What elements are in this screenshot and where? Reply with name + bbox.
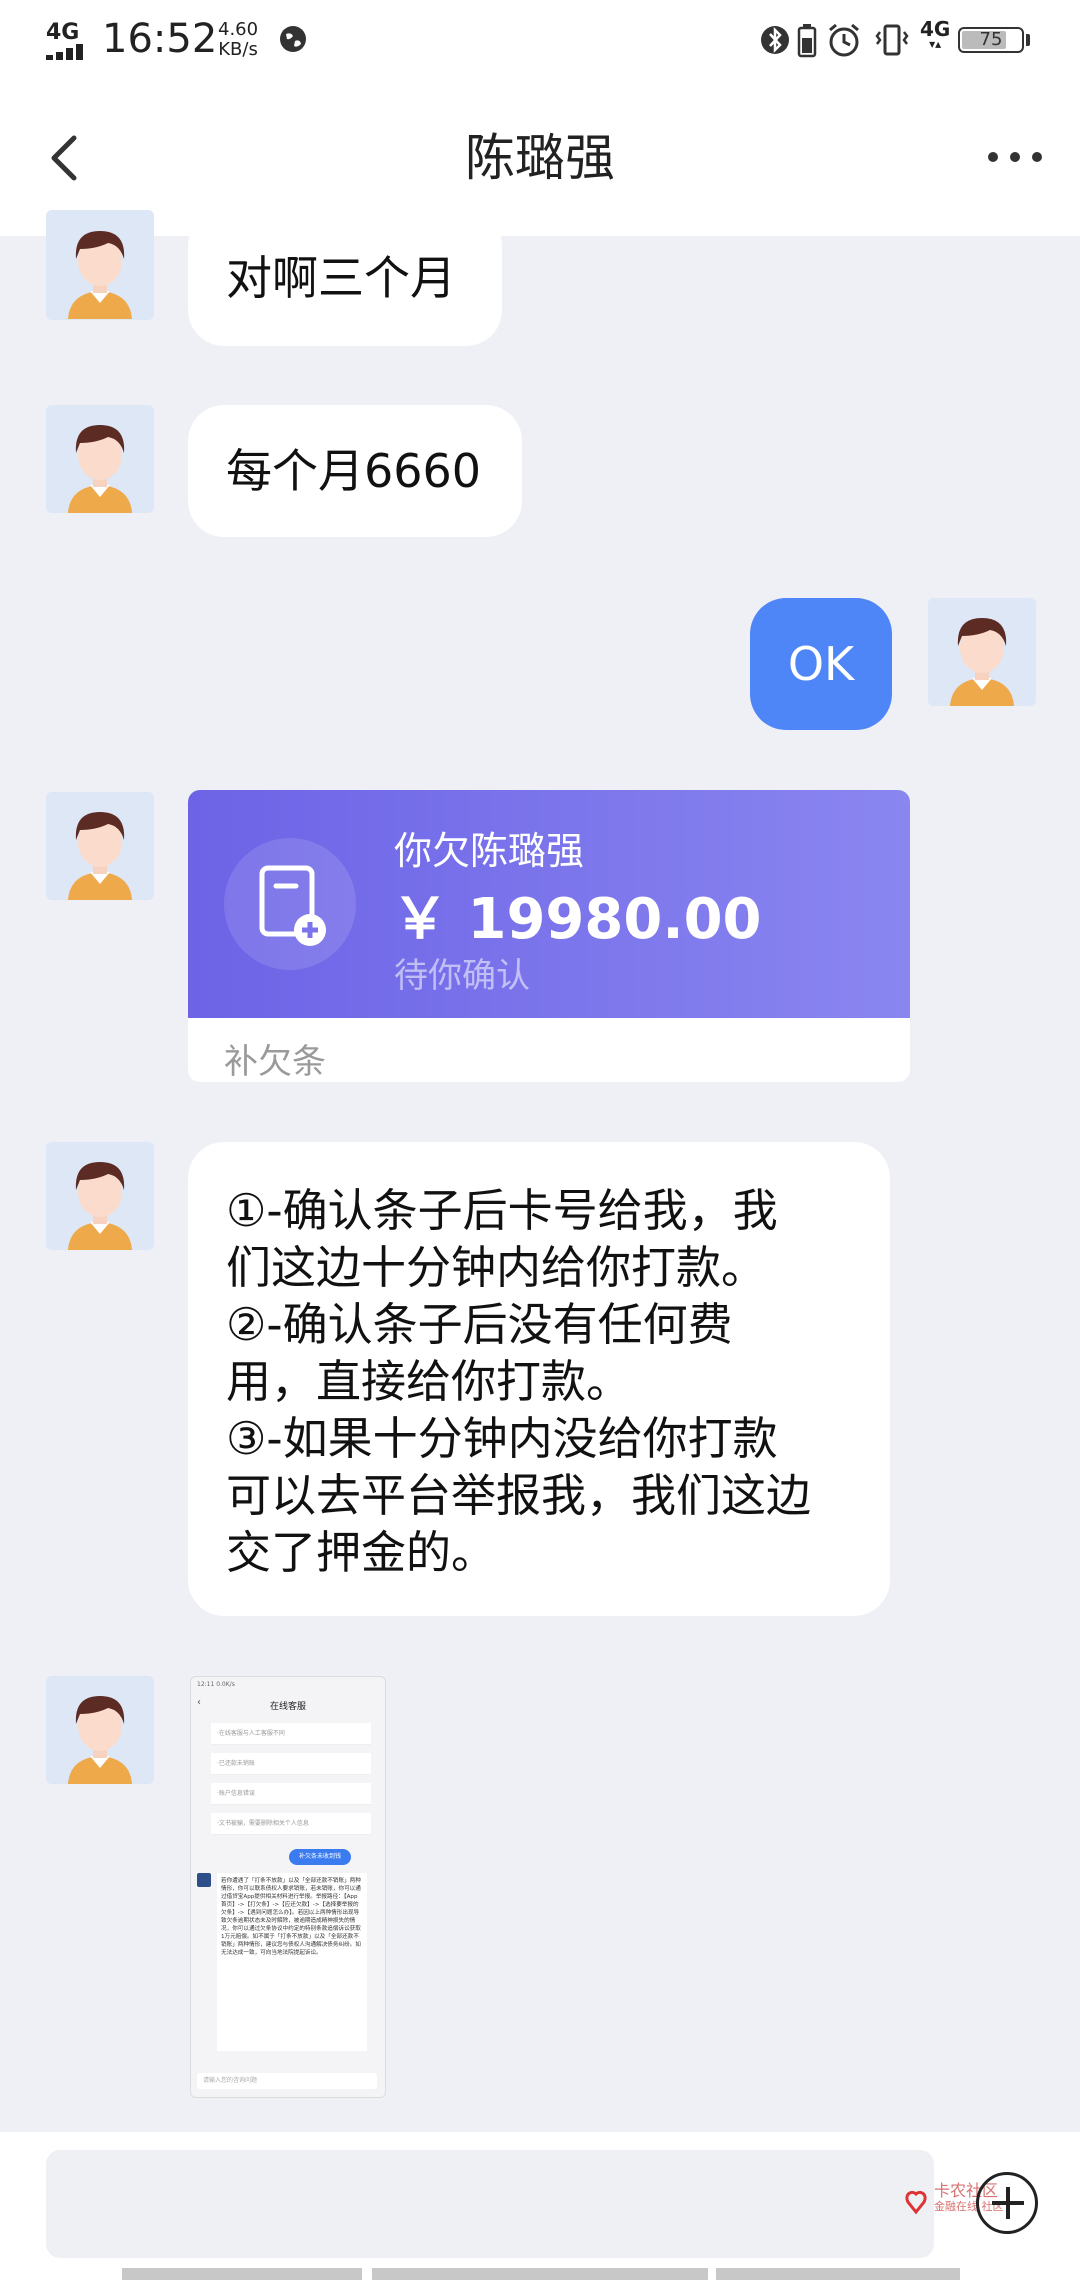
debt-note-card[interactable]: 你欠陈璐强 ￥ 19980.00 待你确认 补欠条 — [188, 790, 910, 1082]
debt-note-title: 你欠陈璐强 — [394, 829, 585, 873]
signal-icon — [46, 44, 92, 60]
message-line: 们这边十分钟内给你打款。 — [226, 1241, 767, 1294]
debt-note-amount: ￥ 19980.00 — [392, 887, 762, 952]
debt-note-header: 你欠陈璐强 ￥ 19980.00 待你确认 — [188, 790, 910, 1018]
clock: 16:52 — [102, 16, 218, 62]
message-line: 交了押金的。 — [226, 1526, 497, 1579]
nav-strip-segment — [716, 2268, 960, 2280]
add-button[interactable] — [976, 2172, 1038, 2234]
thumb-row: ·文书被骗，需要删除相关个人信息 — [211, 1813, 371, 1835]
thumb-bot-avatar — [197, 1873, 211, 1887]
image-message-thumbnail[interactable]: 12:11 0.0K/s ‹ 在线客服 ·在线客服与人工客服不同 ·已还款未销账… — [190, 1676, 386, 2098]
nav-strip-segment — [372, 2268, 708, 2280]
avatar-image — [928, 598, 1036, 706]
message-line: ①-确认条子后卡号给我，我 — [226, 1184, 778, 1237]
message-line: 用，直接给你打款。 — [226, 1355, 632, 1408]
network-speed-unit: KB/s — [218, 39, 258, 60]
contact-avatar[interactable] — [46, 1142, 154, 1250]
alarm-icon — [829, 23, 859, 57]
more-options-button[interactable] — [980, 138, 1050, 178]
battery-percent: 75 — [979, 29, 1003, 50]
battery-saver-icon — [797, 24, 817, 58]
thumb-body: 若你遭遇了「打条不放款」以及「全部还款不销账」两种情形，你可以联系债权人要求销账… — [217, 1873, 367, 2051]
avatar-image — [46, 792, 154, 900]
debt-note-icon-wrap — [224, 838, 356, 970]
status-bar: 4G 16:52 4.60 KB/s 4G ▾▴ 75 — [0, 0, 1080, 80]
debt-note-status: 待你确认 — [394, 956, 530, 996]
input-bar: 卡农社区 金融在线 社区 — [0, 2132, 1080, 2280]
message-bubble[interactable]: ①-确认条子后卡号给我，我 们这边十分钟内给你打款。 ②-确认条子后没有任何费 … — [188, 1142, 890, 1616]
network-speed: 4.60 KB/s — [218, 20, 258, 60]
globe-icon — [280, 26, 306, 52]
more-dot — [1032, 152, 1042, 162]
message-input[interactable] — [46, 2150, 934, 2258]
vibrate-icon — [875, 24, 909, 56]
thumb-row: ·账户信息错误 — [211, 1783, 371, 1805]
document-add-icon — [259, 865, 326, 946]
battery-tip — [1026, 34, 1030, 46]
network-type-label: 4G — [46, 20, 80, 45]
contact-avatar[interactable] — [46, 1676, 154, 1784]
message-line: 可以去平台举报我，我们这边 — [226, 1469, 812, 1522]
message-line: ③-如果十分钟内没给你打款 — [226, 1412, 778, 1465]
contact-avatar[interactable] — [46, 792, 154, 900]
avatar-image — [46, 1676, 154, 1784]
battery-icon: 75 — [958, 27, 1024, 53]
more-dot — [988, 152, 998, 162]
contact-avatar[interactable] — [46, 405, 154, 513]
thumb-row: ·已还款未销账 — [211, 1753, 371, 1775]
thumb-status: 12:11 0.0K/s — [197, 1681, 235, 1688]
avatar-image — [46, 405, 154, 513]
avatar-image — [46, 1142, 154, 1250]
thumb-title: 在线客服 — [269, 1702, 306, 1712]
network-speed-value: 4.60 — [218, 19, 259, 40]
network-type-right: 4G ▾▴ — [920, 17, 951, 51]
chat-header: 陈璐强 — [0, 80, 1080, 236]
debt-note-type: 补欠条 — [224, 1042, 326, 1082]
thumb-row: ·在线客服与人工客服不同 — [211, 1723, 371, 1745]
message-bubble[interactable]: 每个月6660 — [188, 405, 522, 537]
avatar-image — [46, 211, 154, 319]
more-dot — [1010, 152, 1020, 162]
message-bubble-sent[interactable]: OK — [750, 598, 892, 730]
watermark-logo-icon — [905, 2190, 927, 2215]
message-bubble[interactable]: 对啊三个月 — [188, 210, 502, 346]
contact-avatar[interactable] — [46, 210, 154, 320]
bluetooth-icon — [761, 26, 789, 54]
thumb-chip: 补欠条未收到钱 — [289, 1849, 351, 1865]
message-line: ②-确认条子后没有任何费 — [226, 1298, 733, 1351]
nav-strip-segment — [122, 2268, 362, 2280]
my-avatar[interactable] — [928, 598, 1036, 706]
thumb-input: 请输入您的咨询问题 — [197, 2073, 377, 2089]
page-title: 陈璐强 — [465, 129, 615, 187]
